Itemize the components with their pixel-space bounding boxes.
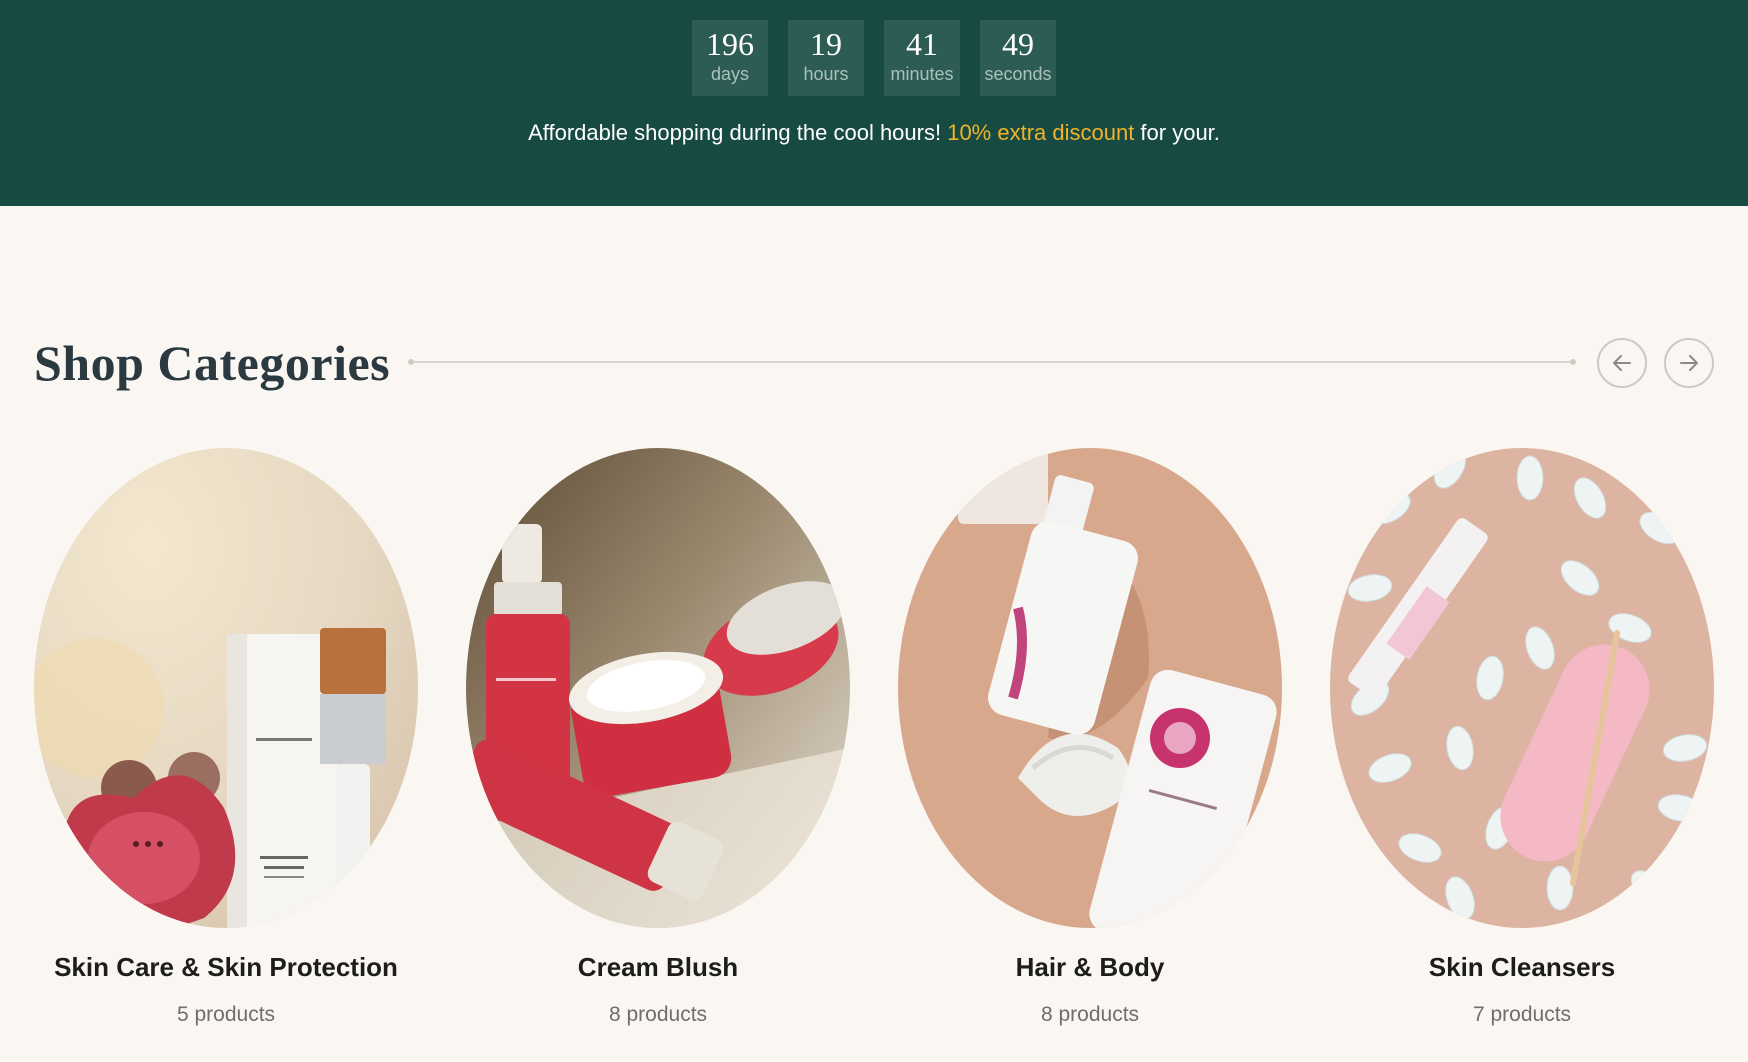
category-name[interactable]: Cream Blush bbox=[426, 950, 890, 984]
category-card-skin-care[interactable]: Skin Care & Skin Protection 5 products bbox=[34, 448, 418, 1026]
category-name[interactable]: Hair & Body bbox=[858, 950, 1322, 984]
countdown-days-unit: days bbox=[710, 64, 750, 84]
countdown-days: 196 days bbox=[692, 20, 768, 96]
promo-text-after: for your. bbox=[1134, 120, 1220, 145]
carousel-next-button[interactable] bbox=[1664, 338, 1714, 388]
category-card-hair-body[interactable]: Hair & Body 8 products bbox=[898, 448, 1282, 1026]
countdown-minutes-value: 41 bbox=[906, 26, 938, 62]
countdown-seconds: 49 seconds bbox=[980, 20, 1056, 96]
red-cream-jars-image bbox=[466, 448, 850, 928]
category-name[interactable]: Skin Cleansers bbox=[1290, 950, 1748, 984]
title-divider bbox=[408, 359, 1576, 365]
carousel-prev-button[interactable] bbox=[1597, 338, 1647, 388]
promo-message: Affordable shopping during the cool hour… bbox=[0, 118, 1748, 148]
countdown-banner: 196 days 19 hours 41 minutes 49 seconds … bbox=[0, 0, 1748, 206]
countdown-minutes: 41 minutes bbox=[884, 20, 960, 96]
category-product-count: 8 products bbox=[608, 1003, 708, 1026]
countdown-hours-unit: hours bbox=[803, 64, 849, 84]
category-card-skin-cleansers[interactable]: Skin Cleansers 7 products bbox=[1330, 448, 1714, 1026]
category-name[interactable]: Skin Care & Skin Protection bbox=[0, 950, 458, 984]
category-product-count: 8 products bbox=[1040, 1003, 1140, 1026]
countdown-seconds-unit: seconds bbox=[984, 64, 1052, 84]
press-on-nails-image bbox=[1330, 448, 1714, 928]
arrow-right-icon bbox=[1680, 355, 1698, 371]
promo-text-before: Affordable shopping during the cool hour… bbox=[528, 120, 948, 145]
skincare-device-and-brush-image bbox=[34, 448, 418, 928]
countdown-minutes-unit: minutes bbox=[890, 64, 954, 84]
countdown-seconds-value: 49 bbox=[1002, 26, 1034, 62]
category-card-cream-blush[interactable]: Cream Blush 8 products bbox=[466, 448, 850, 1026]
category-image-cream-blush[interactable] bbox=[466, 448, 850, 928]
hair-spray-and-tube-image bbox=[898, 448, 1282, 928]
category-image-hair-body[interactable] bbox=[898, 448, 1282, 928]
category-product-count: 7 products bbox=[1472, 1003, 1572, 1026]
category-image-skin-cleansers[interactable] bbox=[1330, 448, 1714, 928]
countdown-days-value: 196 bbox=[706, 26, 754, 62]
category-product-count: 5 products bbox=[176, 1003, 276, 1026]
countdown-timer: 196 days 19 hours 41 minutes 49 seconds bbox=[0, 20, 1748, 96]
countdown-hours: 19 hours bbox=[788, 20, 864, 96]
category-image-skin-care[interactable] bbox=[34, 448, 418, 928]
promo-discount-highlight: 10% extra discount bbox=[947, 120, 1135, 145]
countdown-hours-value: 19 bbox=[810, 26, 842, 62]
arrow-left-icon bbox=[1613, 355, 1631, 371]
section-title: Shop Categories bbox=[34, 335, 391, 391]
